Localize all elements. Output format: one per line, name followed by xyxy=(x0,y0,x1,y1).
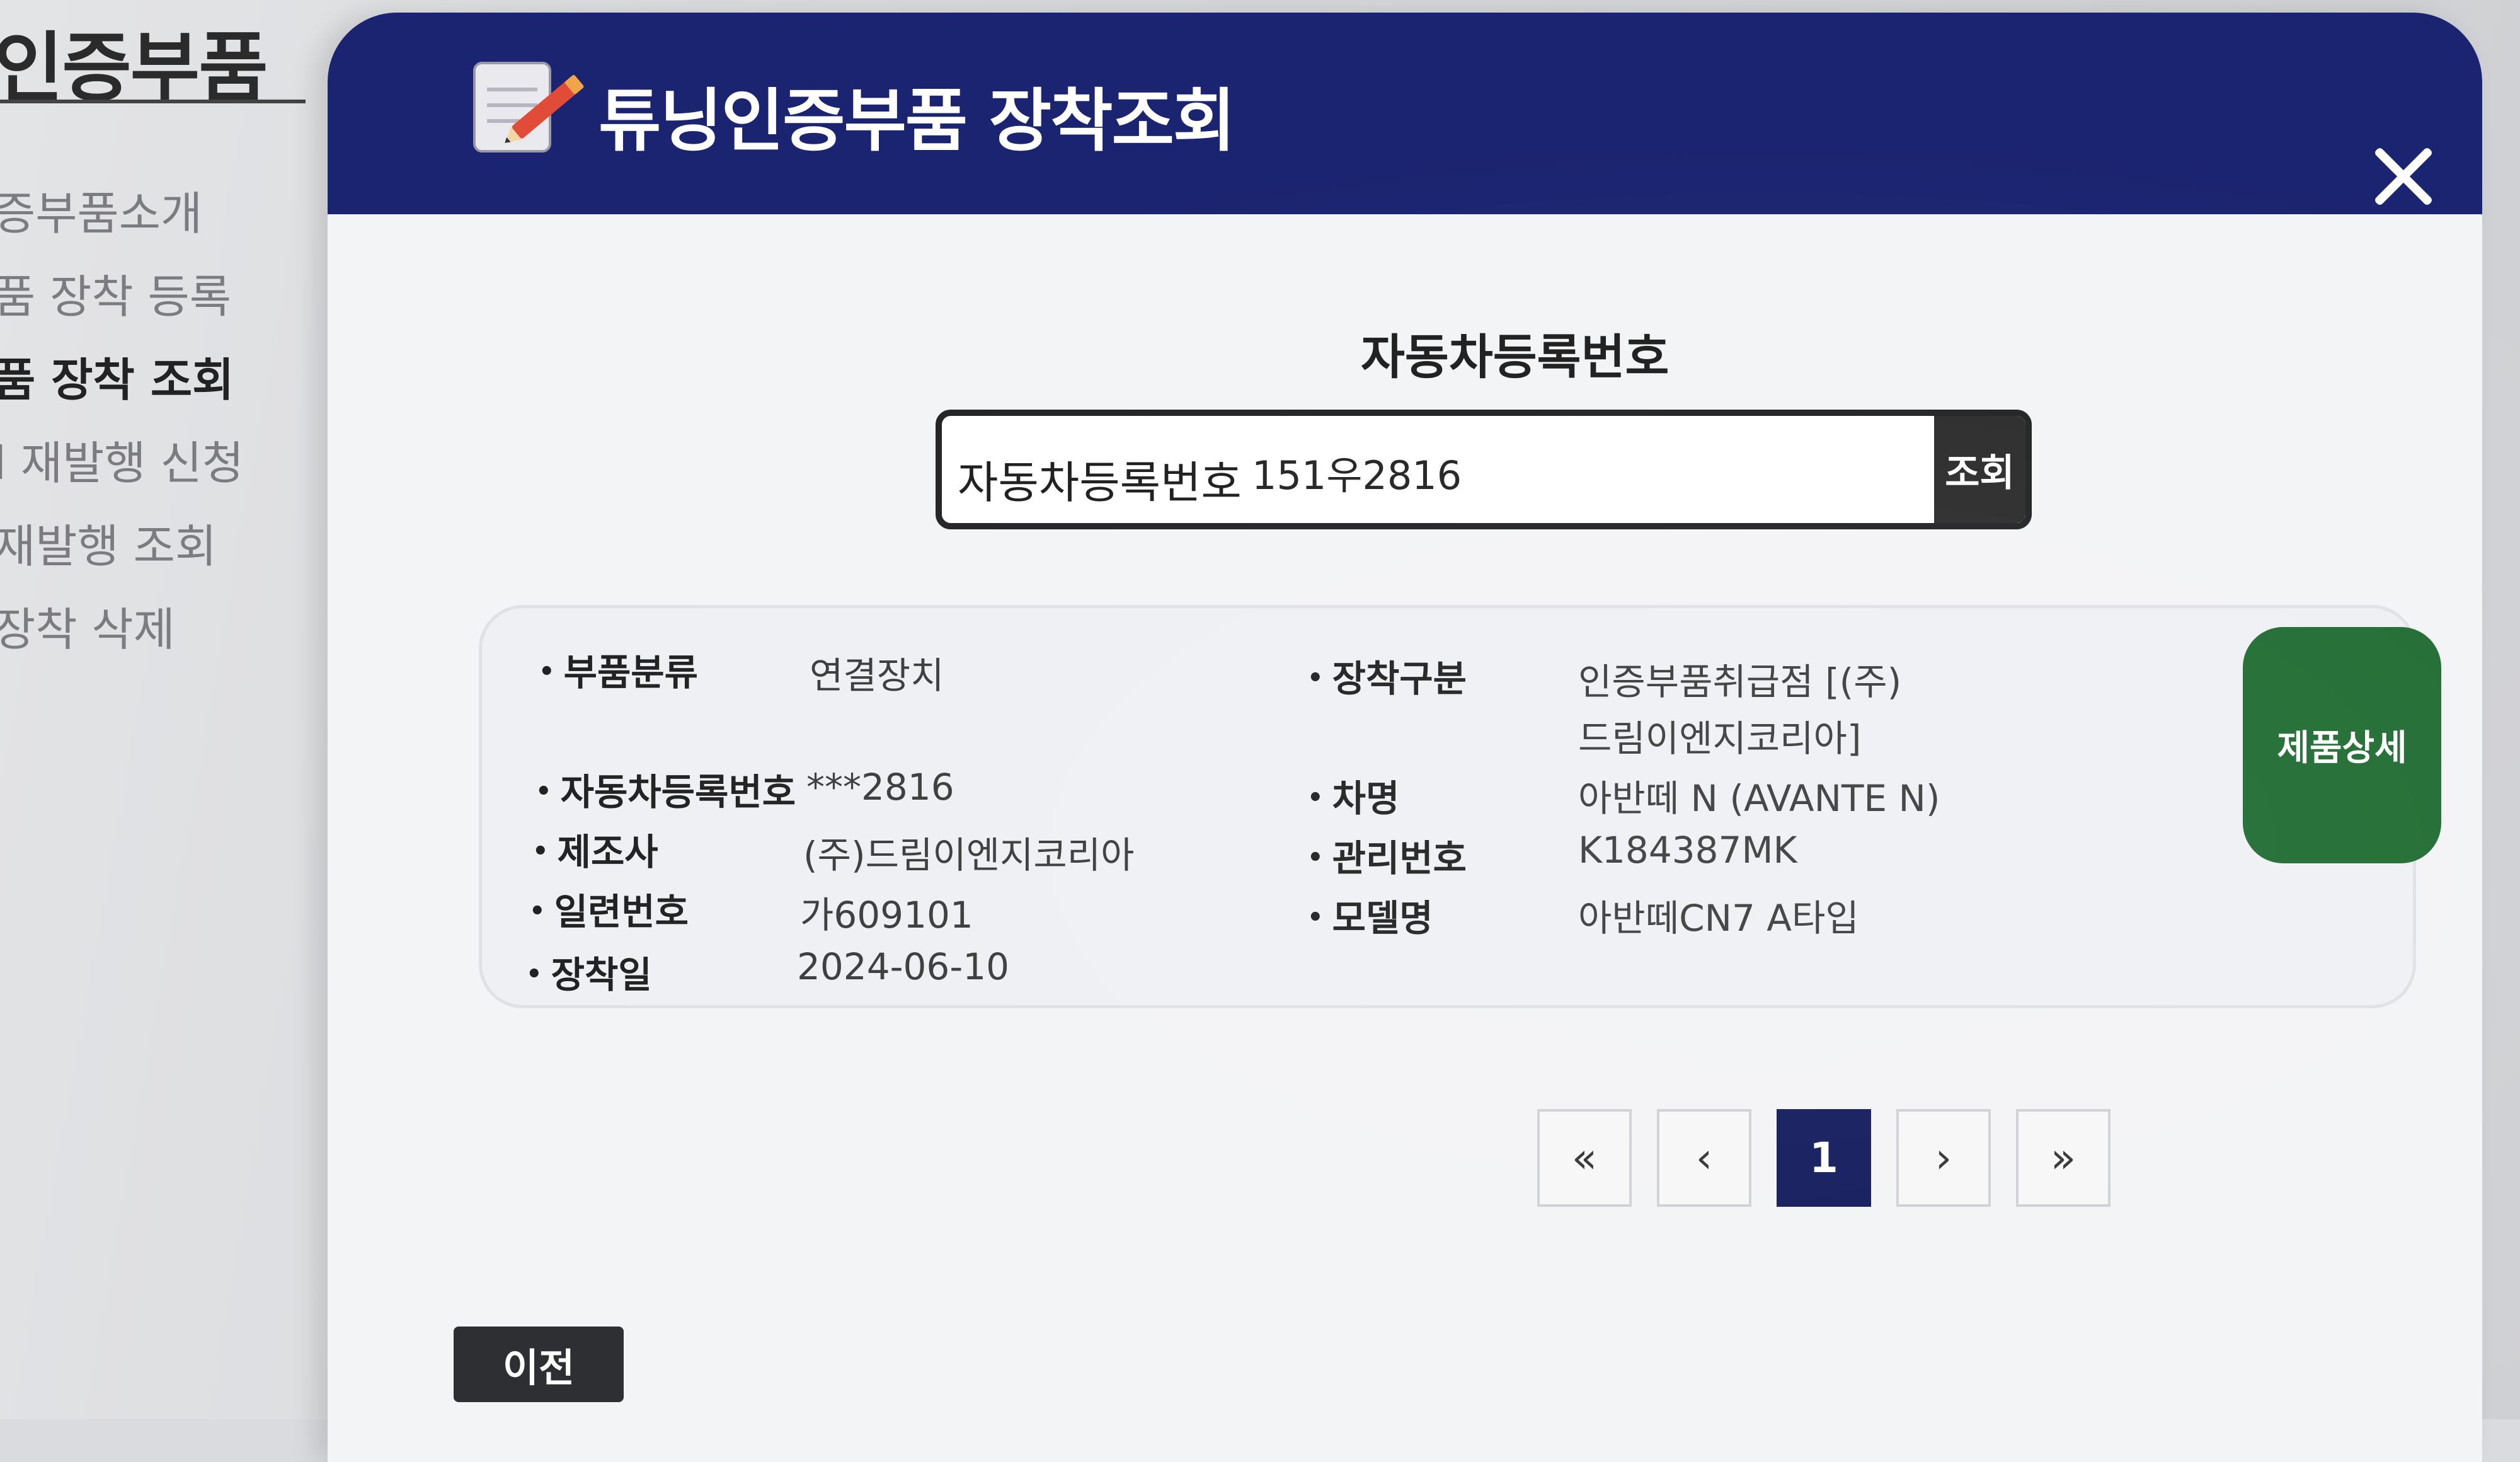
field-value-registration-number: ***2816 xyxy=(806,766,954,809)
sidebar-item-lookup[interactable]: 품 장착 조회 xyxy=(0,343,244,426)
field-key-serial-number: 일련번호 xyxy=(529,882,689,935)
sidebar-item-intro[interactable]: 증부품소개 xyxy=(0,176,244,260)
lookup-modal: 튜닝인증부품 장착조회 자동차등록번호 자동차등록번호 조회 부품분류 연결장치… xyxy=(328,13,2482,1462)
search-section-title: 자동차등록번호 xyxy=(1361,329,1670,385)
prev-page-button[interactable]: ‹ xyxy=(1657,1109,1751,1207)
back-button[interactable]: 이전 xyxy=(454,1327,624,1402)
sidebar-title-underline xyxy=(0,100,306,103)
page-1-button[interactable]: 1 xyxy=(1777,1109,1871,1207)
field-value-management-number: K184387MK xyxy=(1578,829,1797,872)
field-key-management-number: 관리번호 xyxy=(1307,829,1467,882)
field-key-manufacturer: 제조사 xyxy=(532,822,658,875)
field-value-install-date: 2024-06-10 xyxy=(797,945,1010,988)
sidebar-item-delete[interactable]: 장착 삭제 xyxy=(0,592,244,676)
close-icon[interactable] xyxy=(2369,142,2438,211)
registration-number-input[interactable] xyxy=(1251,440,1883,504)
last-page-button[interactable]: » xyxy=(2016,1109,2110,1207)
sidebar-item-reissue-request[interactable]: l 재발행 신청 xyxy=(0,426,244,509)
field-key-vehicle-name: 차명 xyxy=(1307,769,1400,822)
field-value-install-type-line2: 드림이엔지코리아] xyxy=(1578,717,1862,760)
field-key-install-date: 장착일 xyxy=(526,945,652,998)
field-value-serial-number: 가609101 xyxy=(800,894,973,936)
sidebar-menu: 증부품소개 품 장착 등록 품 장착 조회 l 재발행 신청 재발행 조회 장착… xyxy=(0,176,250,676)
field-key-install-type: 장착구분 xyxy=(1307,649,1467,702)
field-value-model-name: 아반떼CN7 A타입 xyxy=(1578,897,1859,940)
field-key-registration-number: 자동차등록번호 xyxy=(536,763,796,815)
field-value-install-type: 인증부품취급점 [(주) xyxy=(1578,660,1902,703)
sidebar-item-reissue-lookup[interactable]: 재발행 조회 xyxy=(0,509,244,592)
field-value-part-category: 연결장치 xyxy=(810,654,944,697)
search-button[interactable]: 조회 xyxy=(1934,416,2025,523)
notepad-pencil-icon xyxy=(473,62,584,153)
modal-title: 튜닝인증부품 장착조회 xyxy=(598,82,1235,161)
modal-header: 튜닝인증부품 장착조회 xyxy=(328,13,2482,214)
sidebar-item-register[interactable]: 품 장착 등록 xyxy=(0,260,244,343)
modal-body: 자동차등록번호 자동차등록번호 조회 부품분류 연결장치 자동차등록번호 ***… xyxy=(328,214,2482,1462)
result-card: 부품분류 연결장치 자동차등록번호 ***2816 제조사 (주)드림이엔지코리… xyxy=(479,605,2441,1008)
product-detail-button[interactable]: 제품상세 xyxy=(2243,627,2441,863)
field-value-vehicle-name: 아반떼 N (AVANTE N) xyxy=(1578,777,1940,820)
next-page-button[interactable]: › xyxy=(1896,1109,1991,1207)
field-value-manufacturer: (주)드림이엔지코리아 xyxy=(803,834,1135,877)
search-box: 자동차등록번호 조회 xyxy=(936,410,2032,529)
field-key-model-name: 모델명 xyxy=(1307,889,1433,941)
field-key-part-category: 부품분류 xyxy=(539,643,698,696)
first-page-button[interactable]: « xyxy=(1537,1109,1632,1207)
search-label: 자동차등록번호 xyxy=(958,457,1242,509)
